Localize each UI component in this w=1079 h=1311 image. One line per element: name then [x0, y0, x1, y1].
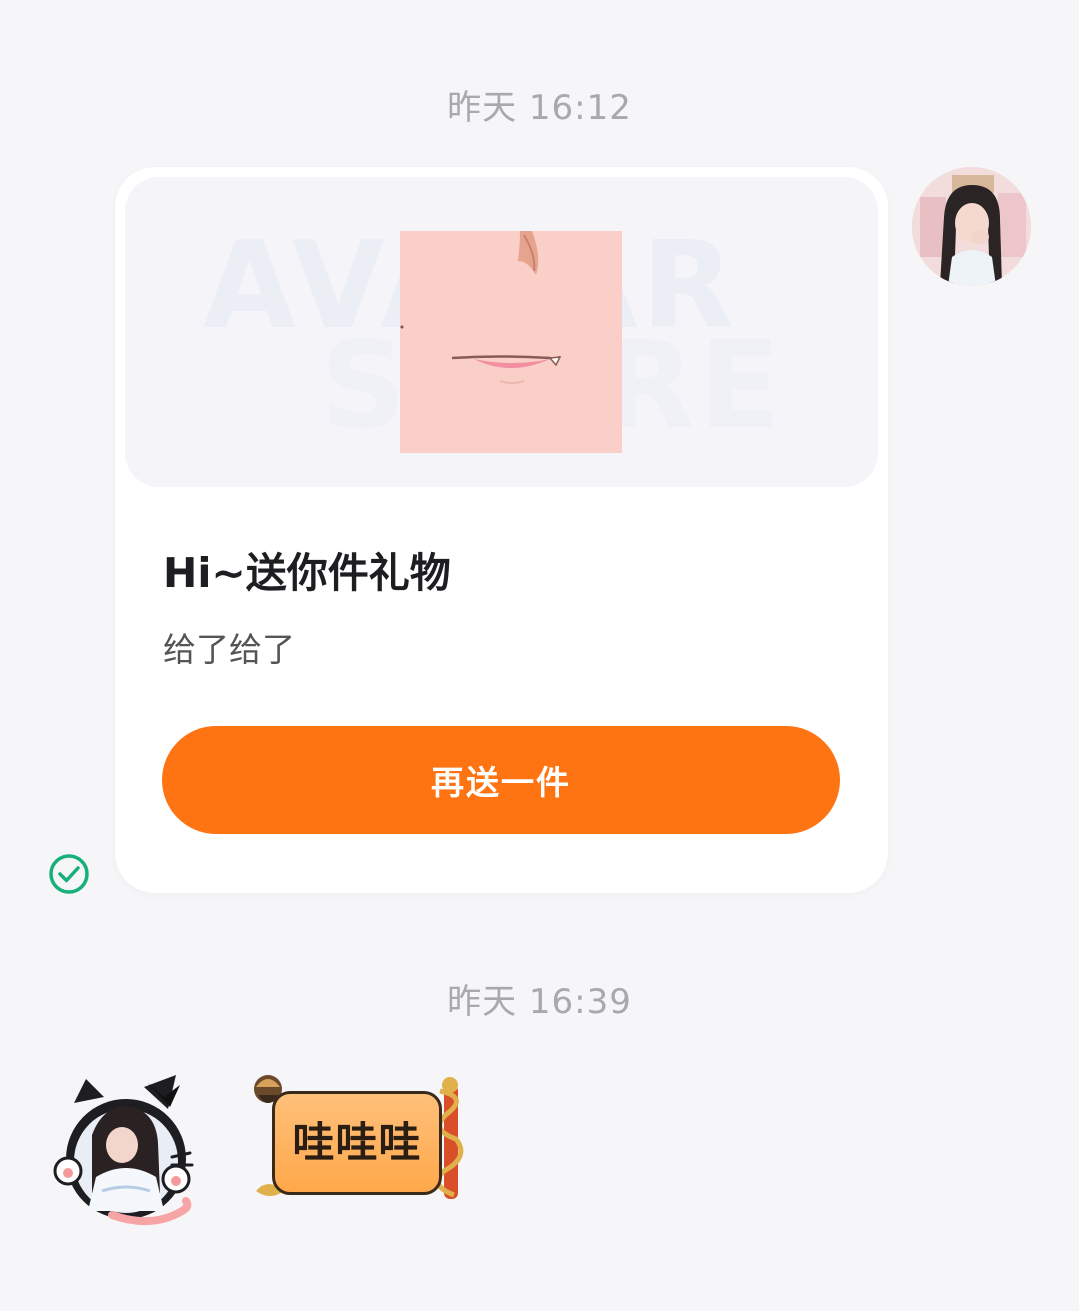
cat-frame-avatar-image — [53, 1075, 194, 1226]
gift-card-title: Hi~送你件礼物 — [163, 549, 451, 597]
check-circle-icon — [48, 853, 90, 895]
gift-message-card[interactable]: AVATAR STORE Hi~送你件礼物 给了给了 再送一件 — [115, 167, 888, 893]
my-avatar[interactable] — [912, 167, 1031, 286]
timestamp: 昨天 16:39 — [447, 982, 632, 1022]
avatar-image — [912, 167, 1031, 286]
gift-banner: AVATAR STORE — [125, 177, 878, 487]
sticker-text: 哇哇哇 — [292, 1118, 422, 1167]
send-another-button[interactable]: 再送一件 — [162, 726, 840, 834]
sticker-message[interactable]: 哇哇哇 — [250, 1067, 472, 1207]
contact-avatar[interactable] — [52, 1073, 197, 1228]
timestamp: 昨天 16:12 — [447, 88, 632, 128]
gift-item-image — [400, 231, 622, 453]
gift-card-subtitle: 给了给了 — [163, 630, 295, 669]
